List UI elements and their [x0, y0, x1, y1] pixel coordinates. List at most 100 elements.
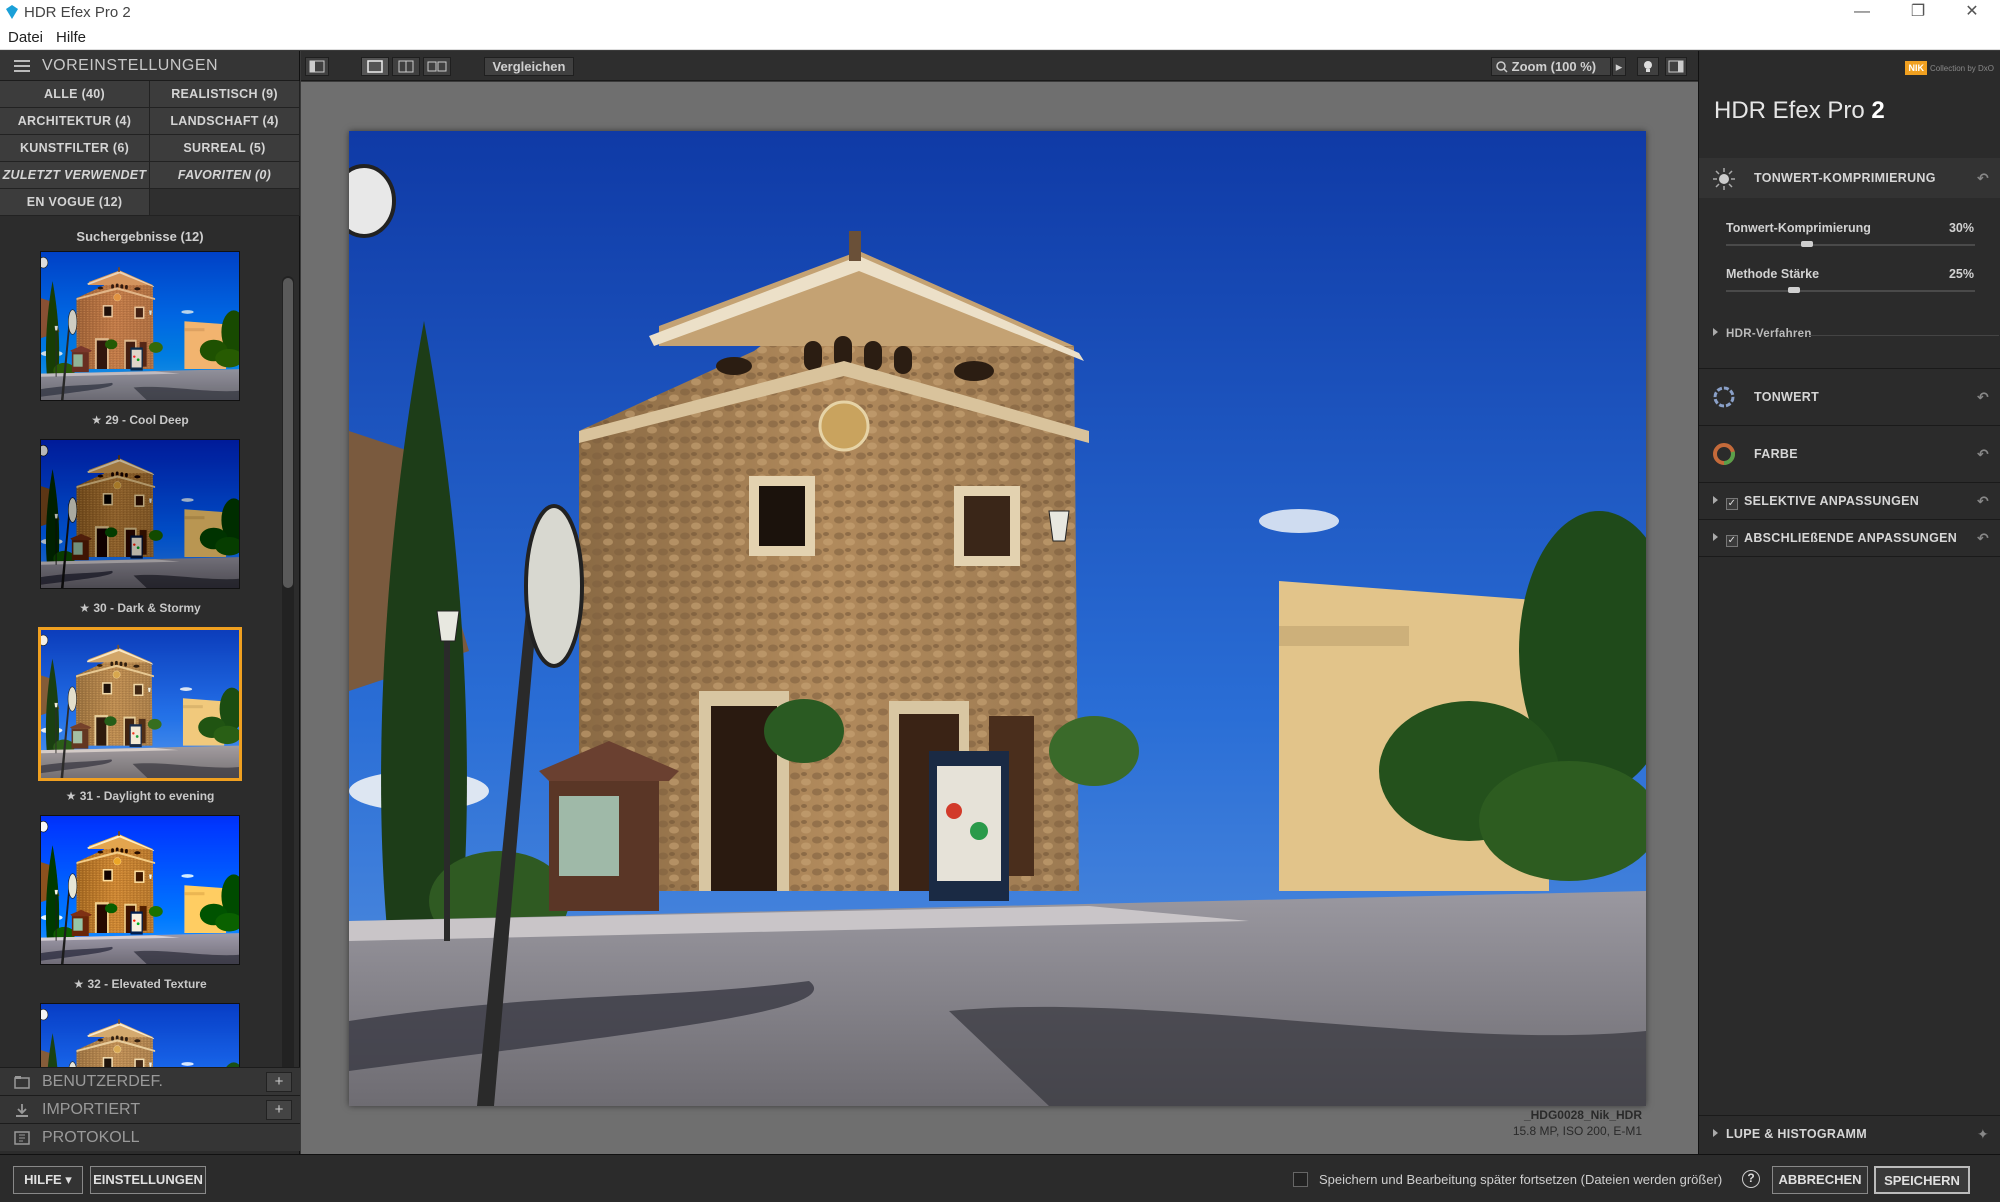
hdr-verfahren-label: HDR-Verfahren [1726, 328, 1812, 340]
color-wheel-icon [1713, 443, 1735, 465]
cancel-button[interactable]: ABBRECHEN [1772, 1166, 1868, 1194]
selektive-checkbox[interactable]: ✓ [1726, 498, 1738, 510]
section-abschliessende-anpassungen[interactable]: ✓ ABSCHLIEßENDE ANPASSUNGEN ↶ [1699, 520, 2000, 556]
slider-knob[interactable] [1800, 241, 1813, 247]
preset-realistisch[interactable]: REALISTISCH (9) [150, 81, 300, 108]
preset-alle[interactable]: ALLE (40) [0, 81, 150, 108]
compare-button[interactable]: Vergleichen [484, 57, 574, 76]
lupe-histogramm-label: LUPE & HISTOGRAMM [1726, 1127, 1867, 1141]
photo-church-scene [349, 131, 1646, 1106]
slider-knob[interactable] [1788, 287, 1801, 293]
section-tonwert[interactable]: TONWERT ↶ [1699, 369, 2000, 425]
save-button[interactable]: SPEICHERN [1874, 1166, 1970, 1194]
preset-kunstfilter[interactable]: KUNSTFILTER (6) [0, 135, 150, 162]
menu-hilfe[interactable]: Hilfe [56, 29, 86, 46]
adjustments-panel: NIK Collection by DxO HDR Efex Pro 2 TONW… [1698, 51, 2000, 1154]
preview-area: _HDG0028_Nik_HDR 15.8 MP, ISO 200, E-M1 [301, 82, 1698, 1154]
toggle-right-panel-button[interactable] [1665, 57, 1687, 76]
section-benutzerdef[interactable]: BENUTZERDEF. + [0, 1067, 300, 1095]
preset-landschaft[interactable]: LANDSCHAFT (4) [150, 108, 300, 135]
section-tonwert-komprimierung[interactable]: TONWERT-KOMPRIMIERUNG ↶ [1699, 158, 2000, 198]
zoom-select[interactable]: Zoom (100 %) [1491, 57, 1611, 76]
single-view-button[interactable] [361, 57, 389, 76]
side-by-side-icon [427, 61, 447, 72]
save-later-checkbox[interactable] [1293, 1172, 1308, 1187]
reset-icon[interactable]: ↶ [1977, 369, 1989, 425]
section-protokoll[interactable]: PROTOKOLL [0, 1123, 300, 1151]
preset-thumbnail[interactable] [40, 251, 240, 401]
slider-value: 30% [1948, 221, 1974, 235]
section-selektive-label: SELEKTIVE ANPASSUNGEN [1744, 494, 1920, 508]
lightbulb-icon [1644, 61, 1652, 72]
thumbnail-image [41, 252, 239, 400]
expand-triangle-icon [1713, 496, 1718, 504]
zoom-arrow-button[interactable]: ▸ [1612, 57, 1626, 76]
preview-image[interactable] [349, 131, 1646, 1106]
split-view-icon [398, 60, 414, 73]
preset-category-grid: ALLE (40) REALISTISCH (9) ARCHITEKTUR (4… [0, 81, 300, 216]
import-icon [16, 1104, 28, 1117]
add-import-button[interactable]: + [266, 1100, 292, 1120]
loupe-toggle-button[interactable] [1637, 57, 1659, 76]
preset-en-vogue[interactable]: EN VOGUE (12) [0, 189, 150, 216]
preset-surreal[interactable]: SURREAL (5) [150, 135, 300, 162]
slider-label: Methode Stärke [1726, 267, 1820, 281]
menu-datei[interactable]: Datei [8, 29, 43, 46]
section-farbe-label: FARBE [1754, 447, 1798, 461]
panel-toggle-icon [1668, 60, 1684, 73]
section-tonwert-label: TONWERT [1754, 390, 1820, 404]
list-icon [14, 60, 30, 72]
thumbnail-label: ★ 29 - Cool Deep [91, 413, 189, 427]
preset-thumbnail-selected[interactable] [38, 627, 242, 781]
thumbnail-image [41, 630, 239, 778]
slider-label: Tonwert-Komprimierung [1726, 221, 1871, 235]
side-by-side-view-button[interactable] [423, 57, 451, 76]
hdr-verfahren-toggle[interactable]: HDR-Verfahren [1713, 328, 2000, 340]
tonwert-komprimierung-slider[interactable] [1726, 241, 1975, 247]
preset-thumbnail[interactable] [40, 815, 240, 965]
add-benutzerdef-button[interactable]: + [266, 1072, 292, 1092]
reset-icon[interactable]: ↶ [1977, 158, 1989, 198]
thumbnail-image [41, 440, 239, 588]
methode-staerke-slider[interactable] [1726, 287, 1975, 293]
preset-favoriten[interactable]: FAVORITEN (0) [150, 162, 300, 189]
preset-thumbnail-list: ★ 29 - Cool Deep ★ 30 - Dark & Stormy ★ … [0, 251, 280, 1116]
section-lupe-histogramm[interactable]: LUPE & HISTOGRAMM ✦ [1699, 1116, 2000, 1152]
window-title: HDR Efex Pro 2 [24, 4, 131, 21]
close-button[interactable]: ✕ [1944, 0, 2000, 26]
zoom-label: Zoom (100 %) [1511, 59, 1597, 74]
presets-header-label: VOREINSTELLUNGEN [42, 57, 219, 74]
abschliessende-checkbox[interactable]: ✓ [1726, 535, 1738, 547]
preset-zuletzt-verwendet[interactable]: ZULETZT VERWENDET [0, 162, 150, 189]
preset-empty-cell [150, 189, 300, 216]
scrollbar-thumb[interactable] [283, 278, 293, 588]
restore-button[interactable]: ❐ [1890, 0, 1946, 26]
tonality-icon [1713, 386, 1735, 408]
split-view-button[interactable] [392, 57, 420, 76]
thumbnail-image [41, 816, 239, 964]
sun-icon [1713, 168, 1735, 190]
reset-icon[interactable]: ↶ [1977, 426, 1989, 482]
reset-icon[interactable]: ↶ [1977, 520, 1989, 556]
section-importiert[interactable]: IMPORTIERT + [0, 1095, 300, 1123]
help-button[interactable]: HILFE ▾ [13, 1166, 83, 1194]
minimize-button[interactable]: — [1834, 0, 1890, 26]
reset-icon[interactable]: ↶ [1977, 483, 1989, 519]
section-abschliessende-label: ABSCHLIEßENDE ANPASSUNGEN [1744, 531, 1958, 545]
view-toolbar: Vergleichen Zoom (100 %) ▸ [301, 51, 1698, 81]
section-farbe[interactable]: FARBE ↶ [1699, 426, 2000, 482]
help-question-icon[interactable]: ? [1742, 1170, 1760, 1188]
preset-scrollbar[interactable] [282, 276, 294, 1111]
toggle-left-panel-button[interactable] [305, 57, 329, 76]
preset-thumbnail[interactable] [40, 439, 240, 589]
pin-icon[interactable]: ✦ [1977, 1116, 1989, 1152]
expand-triangle-icon [1713, 328, 1718, 336]
preset-architektur[interactable]: ARCHITEKTUR (4) [0, 108, 150, 135]
section-selektive-anpassungen[interactable]: ✓ SELEKTIVE ANPASSUNGEN ↶ [1699, 483, 2000, 519]
save-later-label: Speichern und Bearbeitung später fortset… [1319, 1172, 1723, 1187]
app-icon [6, 5, 18, 19]
presets-header[interactable]: VOREINSTELLUNGEN [0, 51, 299, 81]
settings-button[interactable]: EINSTELLUNGEN [90, 1166, 206, 1194]
thumbnail-label: ★ 32 - Elevated Texture [73, 977, 207, 991]
section-protokoll-label: PROTOKOLL [42, 1129, 140, 1146]
